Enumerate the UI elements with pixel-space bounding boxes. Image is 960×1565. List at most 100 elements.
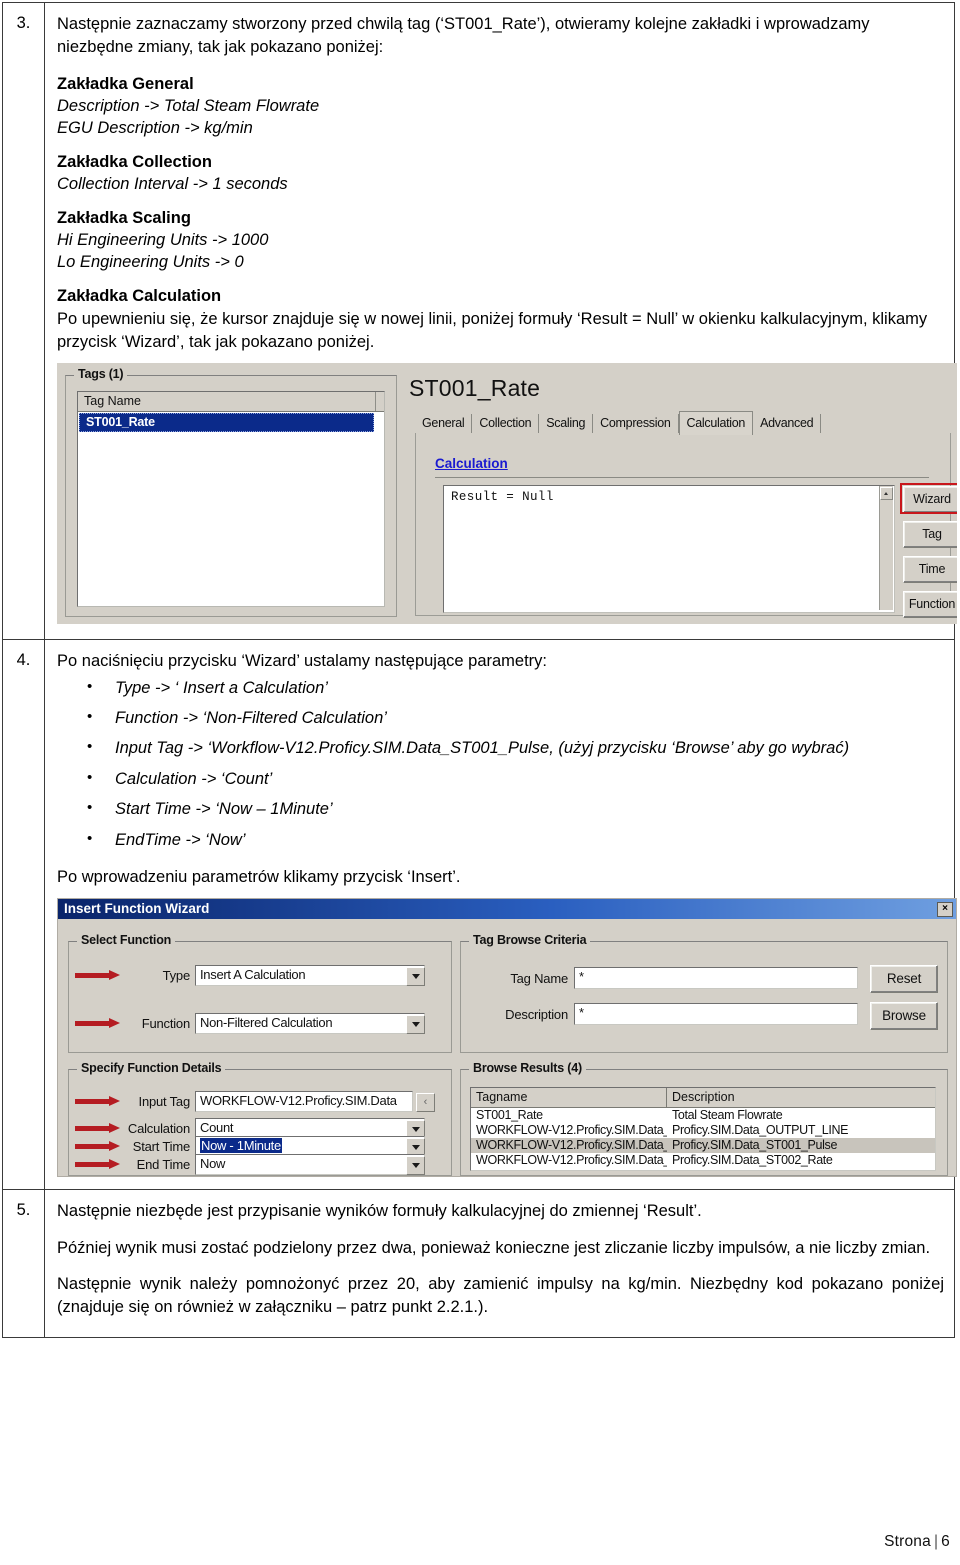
tag-button[interactable]: Tag <box>903 520 957 548</box>
table-row: 4. Po naciśnięciu przycisku ‘Wizard’ ust… <box>2 638 957 1190</box>
step-number: 5. <box>2 1188 45 1338</box>
footer-page-number: 6 <box>941 1533 950 1550</box>
type-label: Type <box>162 967 191 983</box>
end-time-label: End Time <box>136 1156 191 1172</box>
wizard-button[interactable]: Wizard <box>903 485 957 513</box>
calculation-formula-box[interactable]: Result = Null <box>443 484 895 613</box>
tag-list-selected-row[interactable]: ST001_Rate <box>79 412 374 432</box>
function-chevron-down-icon[interactable] <box>406 1014 425 1034</box>
bullet-calculation: Calculation -> ‘Count’ <box>57 767 944 791</box>
general-line-2: EGU Description -> kg/min <box>57 118 253 137</box>
tag-browse-criteria-group: Tag Browse Criteria <box>460 932 948 1053</box>
cell-description: Total Steam Flowrate <box>672 1107 783 1122</box>
step-4-outro: Po wprowadzeniu parametrów klikamy przyc… <box>57 868 461 887</box>
page-footer: Strona | 6 <box>884 1533 950 1551</box>
screenshot-tag-configuration: Tags (1) Tag Name ST001_Rate ST001_Rate … <box>57 362 957 624</box>
description-label: Description <box>505 1006 568 1022</box>
step-number: 4. <box>2 638 45 1190</box>
wizard-title-bar: Insert Function Wizard × <box>58 898 956 919</box>
end-time-select[interactable]: Now <box>195 1153 425 1175</box>
cell-tagname: ST001_Rate <box>476 1107 543 1122</box>
calculation-section-label: Calculation <box>435 455 508 471</box>
bullet-type: Type -> ‘ Insert a Calculation’ <box>57 676 944 700</box>
table-row-selected[interactable]: WORKFLOW-V12.Proficy.SIM.Data_S... Profi… <box>471 1137 935 1153</box>
cell-tagname: WORKFLOW-V12.Proficy.SIM.Data_O... <box>476 1122 667 1137</box>
tag-detail-title: ST001_Rate <box>409 374 541 401</box>
calculation-scrollbar[interactable] <box>879 485 893 610</box>
table-row: 3. Następnie zaznaczamy stworzony przed … <box>2 2 957 640</box>
wizard-title-text: Insert Function Wizard <box>64 900 210 916</box>
tag-name-input[interactable]: * <box>574 966 858 989</box>
scaling-line-1: Hi Engineering Units -> 1000 <box>57 231 269 250</box>
general-line-1: Description -> Total Steam Flowrate <box>57 96 320 115</box>
scroll-up-arrow-icon[interactable] <box>880 486 893 500</box>
section-heading-general: Zakładka General <box>57 74 194 93</box>
tab-compression[interactable]: Compression <box>593 413 679 433</box>
end-time-chevron-down-icon[interactable] <box>406 1155 425 1175</box>
time-button[interactable]: Time <box>903 555 957 583</box>
cell-tagname: WORKFLOW-V12.Proficy.SIM.Data_S... <box>476 1152 667 1167</box>
step-5-paragraph-3: Następnie wynik należy pomnożonyć przez … <box>57 1275 944 1317</box>
step-3-content: Następnie zaznaczamy stworzony przed chw… <box>44 2 957 640</box>
browse-results-table[interactable]: Tagname Description ST001_Rate Total Ste… <box>470 1086 936 1171</box>
start-time-label: Start Time <box>132 1138 190 1154</box>
function-button[interactable]: Function <box>903 590 957 618</box>
browse-results-header: Tagname Description <box>471 1087 935 1108</box>
start-time-value: Now - 1Minute <box>200 1137 282 1153</box>
tab-scaling[interactable]: Scaling <box>539 413 594 433</box>
browse-results-title: Browse Results (4) <box>469 1060 586 1075</box>
step-number: 3. <box>2 2 45 640</box>
type-select[interactable]: Insert A Calculation <box>195 964 425 986</box>
function-label: Function <box>141 1015 190 1031</box>
reset-button[interactable]: Reset <box>870 964 938 993</box>
table-row[interactable]: WORKFLOW-V12.Proficy.SIM.Data_O... Profi… <box>471 1123 935 1138</box>
step-4-bullet-list: Type -> ‘ Insert a Calculation’ Function… <box>57 676 944 853</box>
step-3-outro: Po upewnieniu się, że kursor znajduje si… <box>57 310 928 352</box>
step-5-content: Następnie niezbęde jest przypisanie wyni… <box>44 1188 955 1338</box>
input-tag-prev-icon[interactable]: ‹ <box>416 1092 435 1112</box>
table-row: 5. Następnie niezbęde jest przypisanie w… <box>2 1188 955 1338</box>
function-select[interactable]: Non-Filtered Calculation <box>195 1012 425 1034</box>
table-row[interactable]: ST001_Rate Total Steam Flowrate <box>471 1108 935 1123</box>
scaling-line-2: Lo Engineering Units -> 0 <box>57 253 244 272</box>
select-function-title: Select Function <box>77 932 176 947</box>
browse-button[interactable]: Browse <box>870 1001 938 1030</box>
tag-browse-criteria-title: Tag Browse Criteria <box>469 932 591 947</box>
input-tag-field[interactable]: WORKFLOW-V12.Proficy.SIM.Data <box>195 1090 413 1112</box>
tags-group-title: Tags (1) <box>74 366 128 381</box>
type-chevron-down-icon[interactable] <box>406 966 425 986</box>
tab-general[interactable]: General <box>415 413 473 433</box>
close-icon[interactable]: × <box>937 901 953 917</box>
cell-description: Proficy.SIM.Data_OUTPUT_LINE <box>672 1122 849 1137</box>
cell-description: Proficy.SIM.Data_ST002_Rate <box>672 1152 833 1167</box>
tab-advanced[interactable]: Advanced <box>753 413 822 433</box>
calculation-label: Calculation <box>127 1120 190 1136</box>
tag-list-box[interactable]: Tag Name ST001_Rate <box>77 390 385 607</box>
cell-tagname: WORKFLOW-V12.Proficy.SIM.Data_S... <box>476 1137 667 1152</box>
tab-calculation[interactable]: Calculation <box>678 410 754 435</box>
screenshot-insert-function-wizard: Insert Function Wizard × Select Function… <box>57 897 957 1177</box>
calculation-formula-text: Result = Null <box>451 489 554 504</box>
step-5-paragraph-2: Później wynik musi zostać podzielony prz… <box>57 1238 931 1257</box>
column-header-description: Description <box>672 1089 735 1104</box>
bullet-function: Function -> ‘Non-Filtered Calculation’ <box>57 706 944 730</box>
cell-description: Proficy.SIM.Data_ST001_Pulse <box>672 1137 838 1152</box>
specify-details-title: Specify Function Details <box>77 1060 226 1075</box>
tab-strip[interactable]: General Collection Scaling Compression C… <box>415 410 949 435</box>
step-3-intro: Następnie zaznaczamy stworzony przed chw… <box>57 15 870 56</box>
input-tag-label: Input Tag <box>138 1093 191 1109</box>
bullet-start-time: Start Time -> ‘Now – 1Minute’ <box>57 797 944 821</box>
footer-separator: | <box>933 1533 939 1550</box>
table-row[interactable]: WORKFLOW-V12.Proficy.SIM.Data_S... Profi… <box>471 1153 935 1168</box>
description-input[interactable]: * <box>574 1002 858 1025</box>
tab-collection[interactable]: Collection <box>472 413 540 433</box>
step-4-content: Po naciśnięciu przycisku ‘Wizard’ ustala… <box>44 638 957 1190</box>
document-steps-table: 3. Następnie zaznaczamy stworzony przed … <box>2 2 957 1338</box>
select-function-group: Select Function <box>68 932 452 1053</box>
step-4-intro: Po naciśnięciu przycisku ‘Wizard’ ustala… <box>57 651 548 670</box>
tag-name-label: Tag Name <box>510 970 568 986</box>
column-header-tagname: Tagname <box>471 1087 667 1107</box>
section-divider <box>435 476 929 479</box>
section-heading-calculation: Zakładka Calculation <box>57 287 222 306</box>
section-heading-collection: Zakładka Collection <box>57 152 212 171</box>
